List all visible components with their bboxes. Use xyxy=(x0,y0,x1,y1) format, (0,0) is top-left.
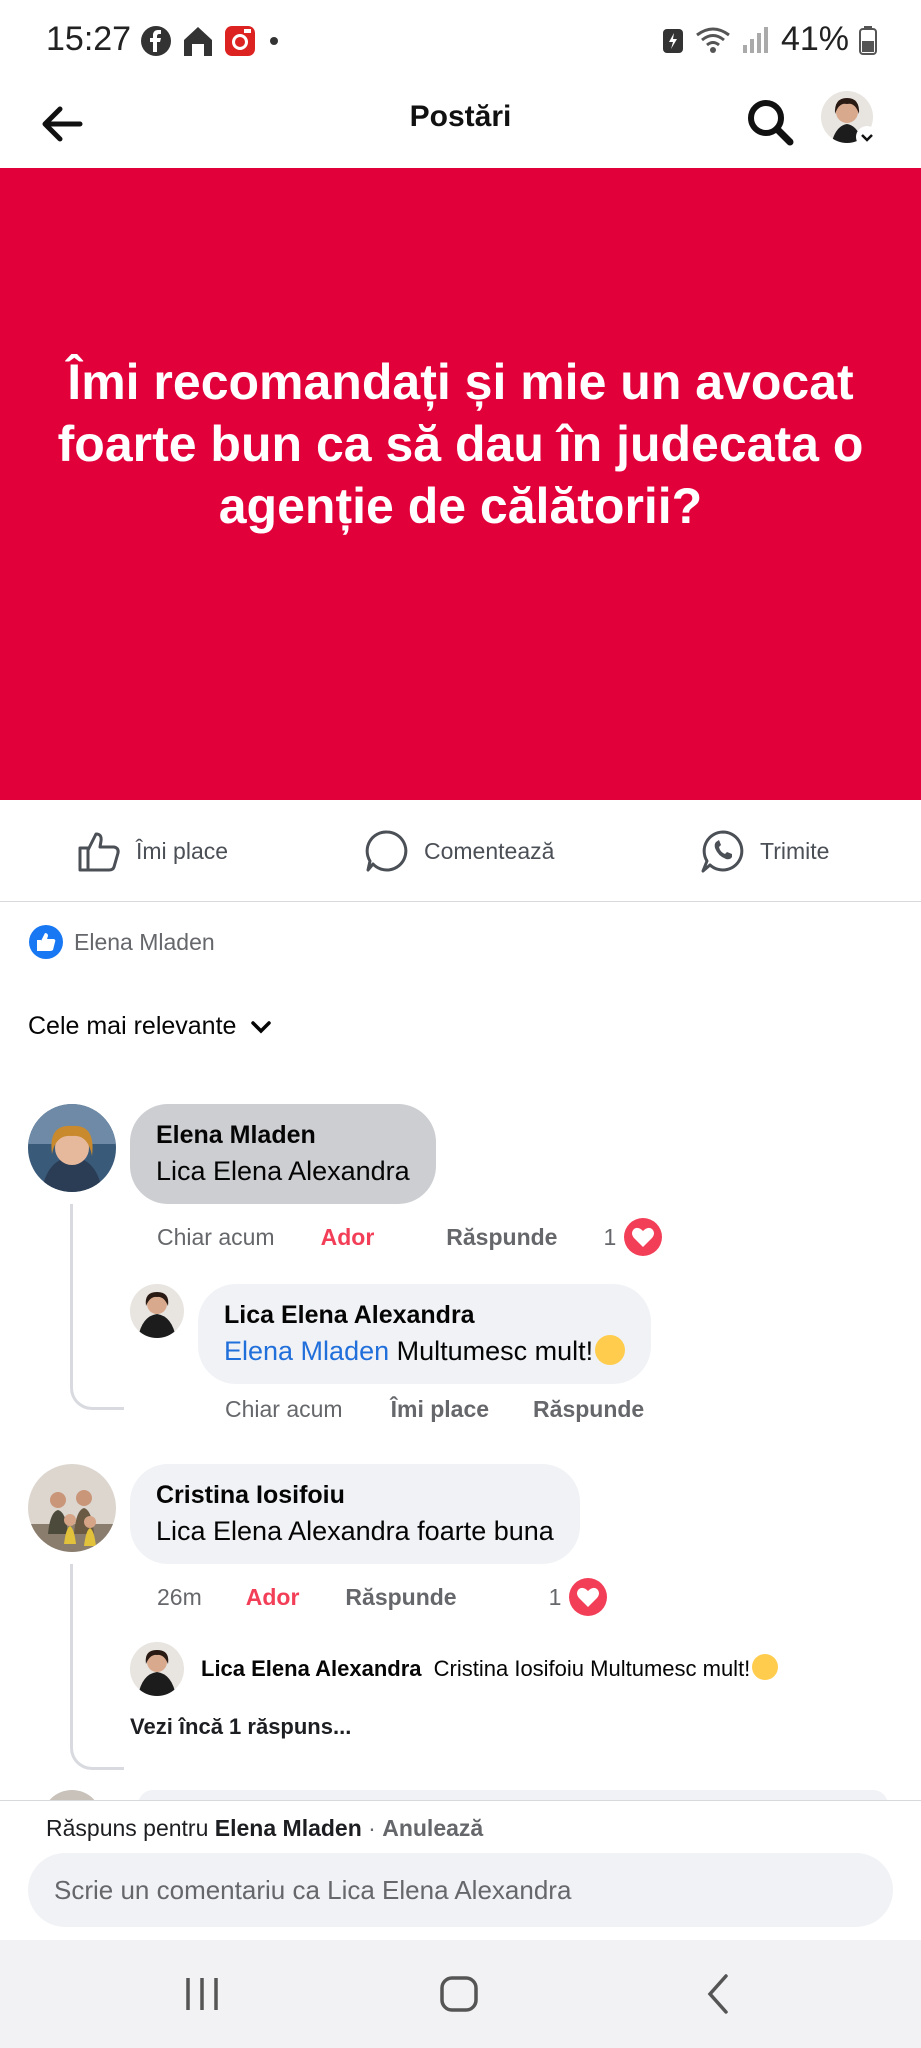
reactions-summary[interactable]: Elena Mladen xyxy=(28,924,215,960)
comment-time[interactable]: Chiar acum xyxy=(157,1224,275,1251)
back-icon[interactable] xyxy=(698,1972,738,2016)
like-reaction-icon xyxy=(29,925,63,959)
comment-button[interactable]: Comentează xyxy=(364,828,554,874)
reply-author[interactable]: Lica Elena Alexandra xyxy=(224,1298,625,1332)
battery-saver-icon xyxy=(662,28,683,53)
comment-bubble-icon xyxy=(365,830,408,872)
search-icon[interactable] xyxy=(742,94,798,150)
sort-label: Cele mai relevante xyxy=(28,1012,237,1040)
whatsapp-icon xyxy=(701,830,744,873)
reply-preview[interactable]: Lica Elena Alexandra Cristina Iosifoiu M… xyxy=(201,1654,779,1682)
heart-icon[interactable] xyxy=(624,1218,663,1256)
love-reaction-button[interactable]: Ador xyxy=(321,1224,375,1251)
reply-meta: Chiar acum Îmi place Răspunde xyxy=(225,1396,644,1423)
comment-bubble[interactable]: Cristina Iosifoiu Lica Elena Alexandra f… xyxy=(130,1464,580,1564)
like-button[interactable]: Îmi place xyxy=(76,828,228,874)
sort-dropdown[interactable]: Cele mai relevante xyxy=(28,1012,274,1041)
facebook-icon xyxy=(141,26,171,56)
avatar-image xyxy=(28,1464,116,1552)
view-more-replies[interactable]: Vezi încă 1 răspuns... xyxy=(130,1714,351,1740)
avatar-image xyxy=(130,1642,184,1696)
reply-composer: Răspuns pentru Elena Mladen · Anulează S… xyxy=(0,1800,921,1940)
comment-bubble[interactable]: Elena Mladen Lica Elena Alexandra xyxy=(130,1104,436,1204)
status-right: 41% xyxy=(661,20,877,59)
reply-prefix: Răspuns pentru xyxy=(46,1815,209,1841)
reply-author[interactable]: Lica Elena Alexandra xyxy=(201,1656,422,1681)
reply-separator: · xyxy=(368,1815,376,1841)
smile-emoji-icon xyxy=(595,1335,626,1365)
avatar[interactable] xyxy=(28,1104,116,1192)
like-label: Îmi place xyxy=(136,837,229,864)
avatar xyxy=(821,91,878,148)
avatar[interactable] xyxy=(130,1642,184,1696)
reply-button[interactable]: Răspunde xyxy=(345,1584,456,1611)
home-icon[interactable] xyxy=(438,1972,482,2016)
system-nav-bar xyxy=(0,1940,921,2048)
thumbs-up-icon xyxy=(78,832,120,872)
status-bar: 15:27 41% xyxy=(0,0,921,82)
love-reaction-button[interactable]: Ador xyxy=(246,1584,300,1611)
camera-app-icon xyxy=(225,26,255,56)
comment-input[interactable]: Scrie un comentariu ca Lica Elena Alexan… xyxy=(28,1853,893,1927)
status-time: 15:27 xyxy=(46,20,132,58)
reply-button[interactable]: Răspunde xyxy=(533,1396,644,1423)
battery-percent: 41% xyxy=(780,20,849,58)
avatar-image xyxy=(28,1104,116,1192)
heart-icon[interactable] xyxy=(569,1578,608,1616)
like-reply-button[interactable]: Îmi place xyxy=(391,1396,489,1423)
thread-line xyxy=(70,1564,124,1770)
home-app-icon xyxy=(184,27,212,56)
share-button[interactable]: Trimite xyxy=(700,828,829,874)
reply-text: Elena Mladen Multumesc mult! xyxy=(224,1332,626,1370)
comment-text: Lica Elena Alexandra xyxy=(156,1156,410,1186)
avatar[interactable] xyxy=(130,1284,184,1338)
reply-button[interactable]: Răspunde xyxy=(446,1224,557,1251)
mention-link[interactable]: Elena Mladen xyxy=(224,1336,389,1366)
recent-apps-icon[interactable] xyxy=(182,1974,222,2014)
share-label: Trimite xyxy=(760,837,830,864)
battery-icon xyxy=(859,25,877,55)
comment-label: Comentează xyxy=(424,837,555,864)
comment-text: Lica Elena Alexandra foarte buna xyxy=(156,1516,554,1546)
comment-input-placeholder: Scrie un comentariu ca Lica Elena Alexan… xyxy=(54,1874,572,1905)
comment-author[interactable]: Cristina Iosifoiu xyxy=(156,1478,554,1512)
reaction-count[interactable]: 1 xyxy=(603,1224,616,1251)
reply-message: Multumesc mult! xyxy=(396,1336,594,1366)
profile-avatar-button[interactable] xyxy=(820,90,880,150)
reply-text: Cristina Iosifoiu Multumesc mult! xyxy=(433,1656,751,1681)
dot-icon xyxy=(270,37,278,45)
comment-author[interactable]: Elena Mladen xyxy=(156,1118,410,1152)
smile-emoji-icon xyxy=(752,1654,779,1680)
comment-meta: Chiar acum Ador Răspunde 1 xyxy=(157,1218,663,1256)
avatar-image xyxy=(130,1284,184,1338)
reply-target: Elena Mladen xyxy=(214,1815,362,1841)
reply-time[interactable]: Chiar acum xyxy=(225,1396,343,1423)
chevron-down-icon xyxy=(251,1020,272,1033)
notification-icons xyxy=(140,24,284,58)
reply-bubble[interactable]: Lica Elena Alexandra Elena Mladen Multum… xyxy=(198,1284,652,1384)
thread-line xyxy=(70,1204,124,1410)
comment-time[interactable]: 26m xyxy=(157,1584,202,1611)
signal-icon xyxy=(742,26,768,53)
post-content[interactable]: Îmi recomandați și mie un avocat foarte … xyxy=(0,168,921,800)
post-actions: Îmi place Comentează Trimite xyxy=(0,800,921,902)
reply-target-row: Răspuns pentru Elena Mladen · Anulează xyxy=(46,1815,483,1842)
top-header: Postări xyxy=(0,82,921,168)
wifi-icon xyxy=(696,27,730,53)
post-text: Îmi recomandați și mie un avocat foarte … xyxy=(57,354,864,534)
reaction-name: Elena Mladen xyxy=(74,928,215,955)
cancel-reply-button[interactable]: Anulează xyxy=(382,1815,483,1841)
avatar[interactable] xyxy=(28,1464,116,1552)
comment-meta: 26m Ador Răspunde 1 xyxy=(157,1578,608,1616)
reaction-count[interactable]: 1 xyxy=(549,1584,562,1611)
